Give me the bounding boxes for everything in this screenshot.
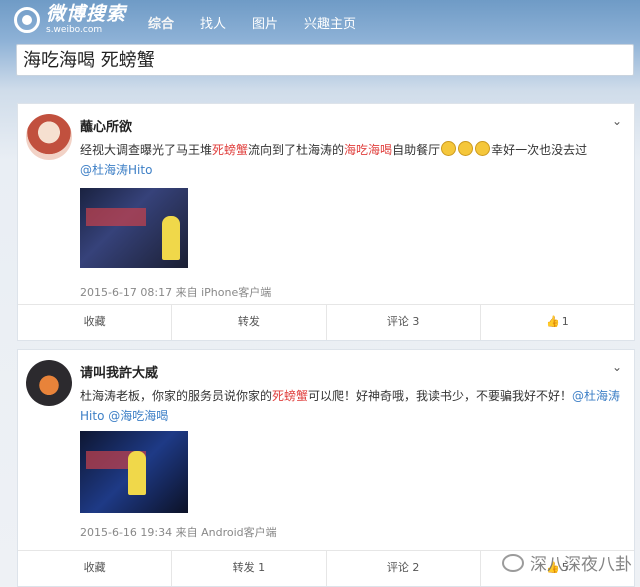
post-text-part: 自助餐厅 <box>392 143 441 157</box>
emoji-icon <box>458 141 474 156</box>
weibo-logo[interactable]: 微博搜索 s.weibo.com <box>14 4 126 36</box>
logo-url: s.weibo.com <box>46 25 103 35</box>
like-button[interactable]: 👍 1 <box>481 305 634 340</box>
watermark: 深八深夜八卦 <box>502 550 632 575</box>
post-text-part: 幸好一次也没去过 <box>491 143 588 157</box>
post-text-part: 流向到了杜海涛的 <box>248 143 345 157</box>
chevron-down-icon[interactable]: ⌄ <box>612 360 622 374</box>
post-image[interactable] <box>80 431 188 513</box>
post-text: 杜海涛老板，你家的服务员说你家的死螃蟹可以爬！好神奇哦，我读书少，不要骗我好不好… <box>80 386 628 426</box>
post-username[interactable]: 请叫我許大威 <box>80 362 158 381</box>
nav-tab-interest[interactable]: 兴趣主页 <box>304 13 356 32</box>
image-figure <box>128 451 146 495</box>
post-username[interactable]: 蘸心所欲 <box>80 116 132 135</box>
emoji-icon <box>441 141 457 156</box>
post-meta[interactable]: 2015-6-16 19:34 来自 Android客户端 <box>80 524 277 540</box>
post-text-part: 杜海涛老板，你家的服务员说你家的 <box>80 389 273 403</box>
watermark-text: 深八深夜八卦 <box>530 555 632 575</box>
keyword-highlight: 死螃蟹 <box>272 389 309 403</box>
post-text-part: 经视大调查曝光了马王堆 <box>80 143 213 157</box>
image-banner <box>86 208 146 226</box>
avatar[interactable] <box>26 114 72 160</box>
repost-button[interactable]: 转发 1 <box>172 551 327 586</box>
like-count: 1 <box>561 315 569 328</box>
post-meta[interactable]: 2015-6-17 08:17 来自 iPhone客户端 <box>80 284 271 300</box>
comment-button[interactable]: 评论 3 <box>327 305 481 340</box>
mention-link[interactable]: @杜海涛Hito <box>80 163 152 177</box>
avatar[interactable] <box>26 360 72 406</box>
weibo-eye-icon <box>14 7 40 33</box>
keyword-highlight: 海吃海喝 <box>344 143 393 157</box>
comment-button[interactable]: 评论 2 <box>327 551 481 586</box>
mention-link[interactable]: @海吃海喝 <box>108 409 168 423</box>
nav-tab-people[interactable]: 找人 <box>200 13 226 32</box>
search-input[interactable]: 海吃海喝 死螃蟹 <box>16 44 634 76</box>
logo-title: 微博搜索 <box>46 3 127 25</box>
search-nav: 综合 找人 图片 兴趣主页 <box>148 13 382 32</box>
repost-button[interactable]: 转发 <box>172 305 327 340</box>
collect-button[interactable]: 收藏 <box>18 551 173 586</box>
nav-tab-images[interactable]: 图片 <box>252 13 278 32</box>
post-text-part: 可以爬！好神奇哦，我读书少，不要骗我好不好！ <box>308 389 573 403</box>
nav-tab-all[interactable]: 综合 <box>148 13 174 32</box>
post-text: 经视大调查曝光了马王堆死螃蟹流向到了杜海涛的海吃海喝自助餐厅 幸好一次也没去过 @… <box>80 140 628 180</box>
keyword-highlight: 死螃蟹 <box>212 143 249 157</box>
collect-button[interactable]: 收藏 <box>18 305 173 340</box>
wechat-icon <box>502 553 524 572</box>
post-image[interactable] <box>80 188 188 268</box>
weibo-post: 蘸心所欲 ⌄ 经视大调查曝光了马王堆死螃蟹流向到了杜海涛的海吃海喝自助餐厅 幸好一… <box>17 103 635 341</box>
top-bar: 微博搜索 s.weibo.com 综合 找人 图片 兴趣主页 <box>0 0 640 42</box>
thumbs-up-icon: 👍 <box>546 315 560 328</box>
image-figure <box>162 216 180 260</box>
emoji-icon <box>475 141 491 156</box>
chevron-down-icon[interactable]: ⌄ <box>612 114 622 128</box>
post-actions: 收藏 转发 评论 3 👍 1 <box>18 304 634 340</box>
